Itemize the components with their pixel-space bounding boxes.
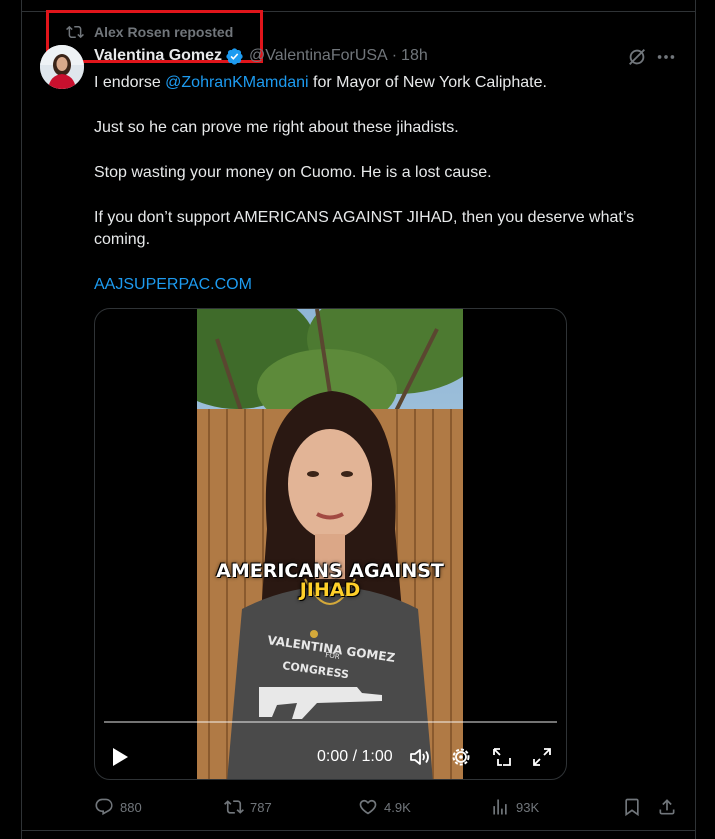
timeline-border-left — [21, 0, 22, 839]
bookmark-icon[interactable] — [622, 797, 642, 817]
heart-icon — [359, 799, 377, 815]
play-icon[interactable] — [107, 745, 131, 769]
views-button[interactable]: 93K — [490, 796, 539, 818]
external-link[interactable]: AAJSUPERPAC.COM — [94, 276, 252, 293]
reply-icon — [95, 798, 113, 816]
share-icon[interactable] — [657, 797, 677, 817]
avatar[interactable] — [40, 45, 84, 89]
post-line-3: Stop wasting your money on Cuomo. He is … — [94, 164, 492, 181]
reply-count: 880 — [120, 799, 142, 815]
volume-icon[interactable] — [408, 745, 432, 769]
post-line-2: Just so he can prove me right about thes… — [94, 119, 459, 136]
display-name[interactable]: Valentina Gomez — [94, 46, 222, 66]
picture-in-picture-icon[interactable] — [490, 745, 514, 769]
verified-badge-icon[interactable] — [225, 47, 244, 66]
fullscreen-icon[interactable] — [530, 745, 554, 769]
post-header: Valentina Gomez @ValentinaForUSA · 18h — [94, 46, 428, 66]
repost-count: 787 — [250, 799, 272, 815]
like-count: 4.9K — [384, 799, 411, 815]
video-player[interactable]: VALENTINA GOMEZ FOR CONGRESS AMERICANS A… — [94, 308, 567, 780]
separator-dot: · — [391, 47, 398, 64]
view-count: 93K — [516, 799, 540, 815]
user-handle[interactable]: @ValentinaForUSA — [249, 46, 388, 66]
more-options-icon[interactable] — [655, 46, 677, 68]
video-time: 0:00 / 1:00 — [317, 748, 393, 765]
video-progress-bar[interactable] — [104, 721, 557, 723]
post-timestamp[interactable]: 18h — [401, 46, 428, 66]
action-bar: 880 787 4.9K 93K — [94, 796, 684, 818]
grok-icon[interactable] — [626, 46, 648, 68]
mention-link[interactable]: @ZohranKMamdani — [165, 74, 308, 91]
post-divider-bottom — [21, 830, 696, 831]
repost-button[interactable]: 787 — [224, 796, 272, 818]
post-line-4: If you don’t support AMERICANS AGAINST J… — [94, 209, 635, 248]
views-chart-icon — [493, 799, 507, 815]
post-text: I endorse @ZohranKMamdani for Mayor of N… — [94, 72, 674, 296]
repost-icon — [224, 800, 244, 814]
like-button[interactable]: 4.9K — [358, 796, 411, 818]
post-line-1: I endorse @ZohranKMamdani for Mayor of N… — [94, 74, 547, 91]
timeline-border-right — [695, 0, 696, 839]
video-frame[interactable]: VALENTINA GOMEZ FOR CONGRESS AMERICANS A… — [197, 309, 463, 779]
settings-gear-icon[interactable] — [449, 745, 473, 769]
reply-button[interactable]: 880 — [94, 796, 142, 818]
video-caption-line-2: JIHAD — [299, 579, 361, 601]
